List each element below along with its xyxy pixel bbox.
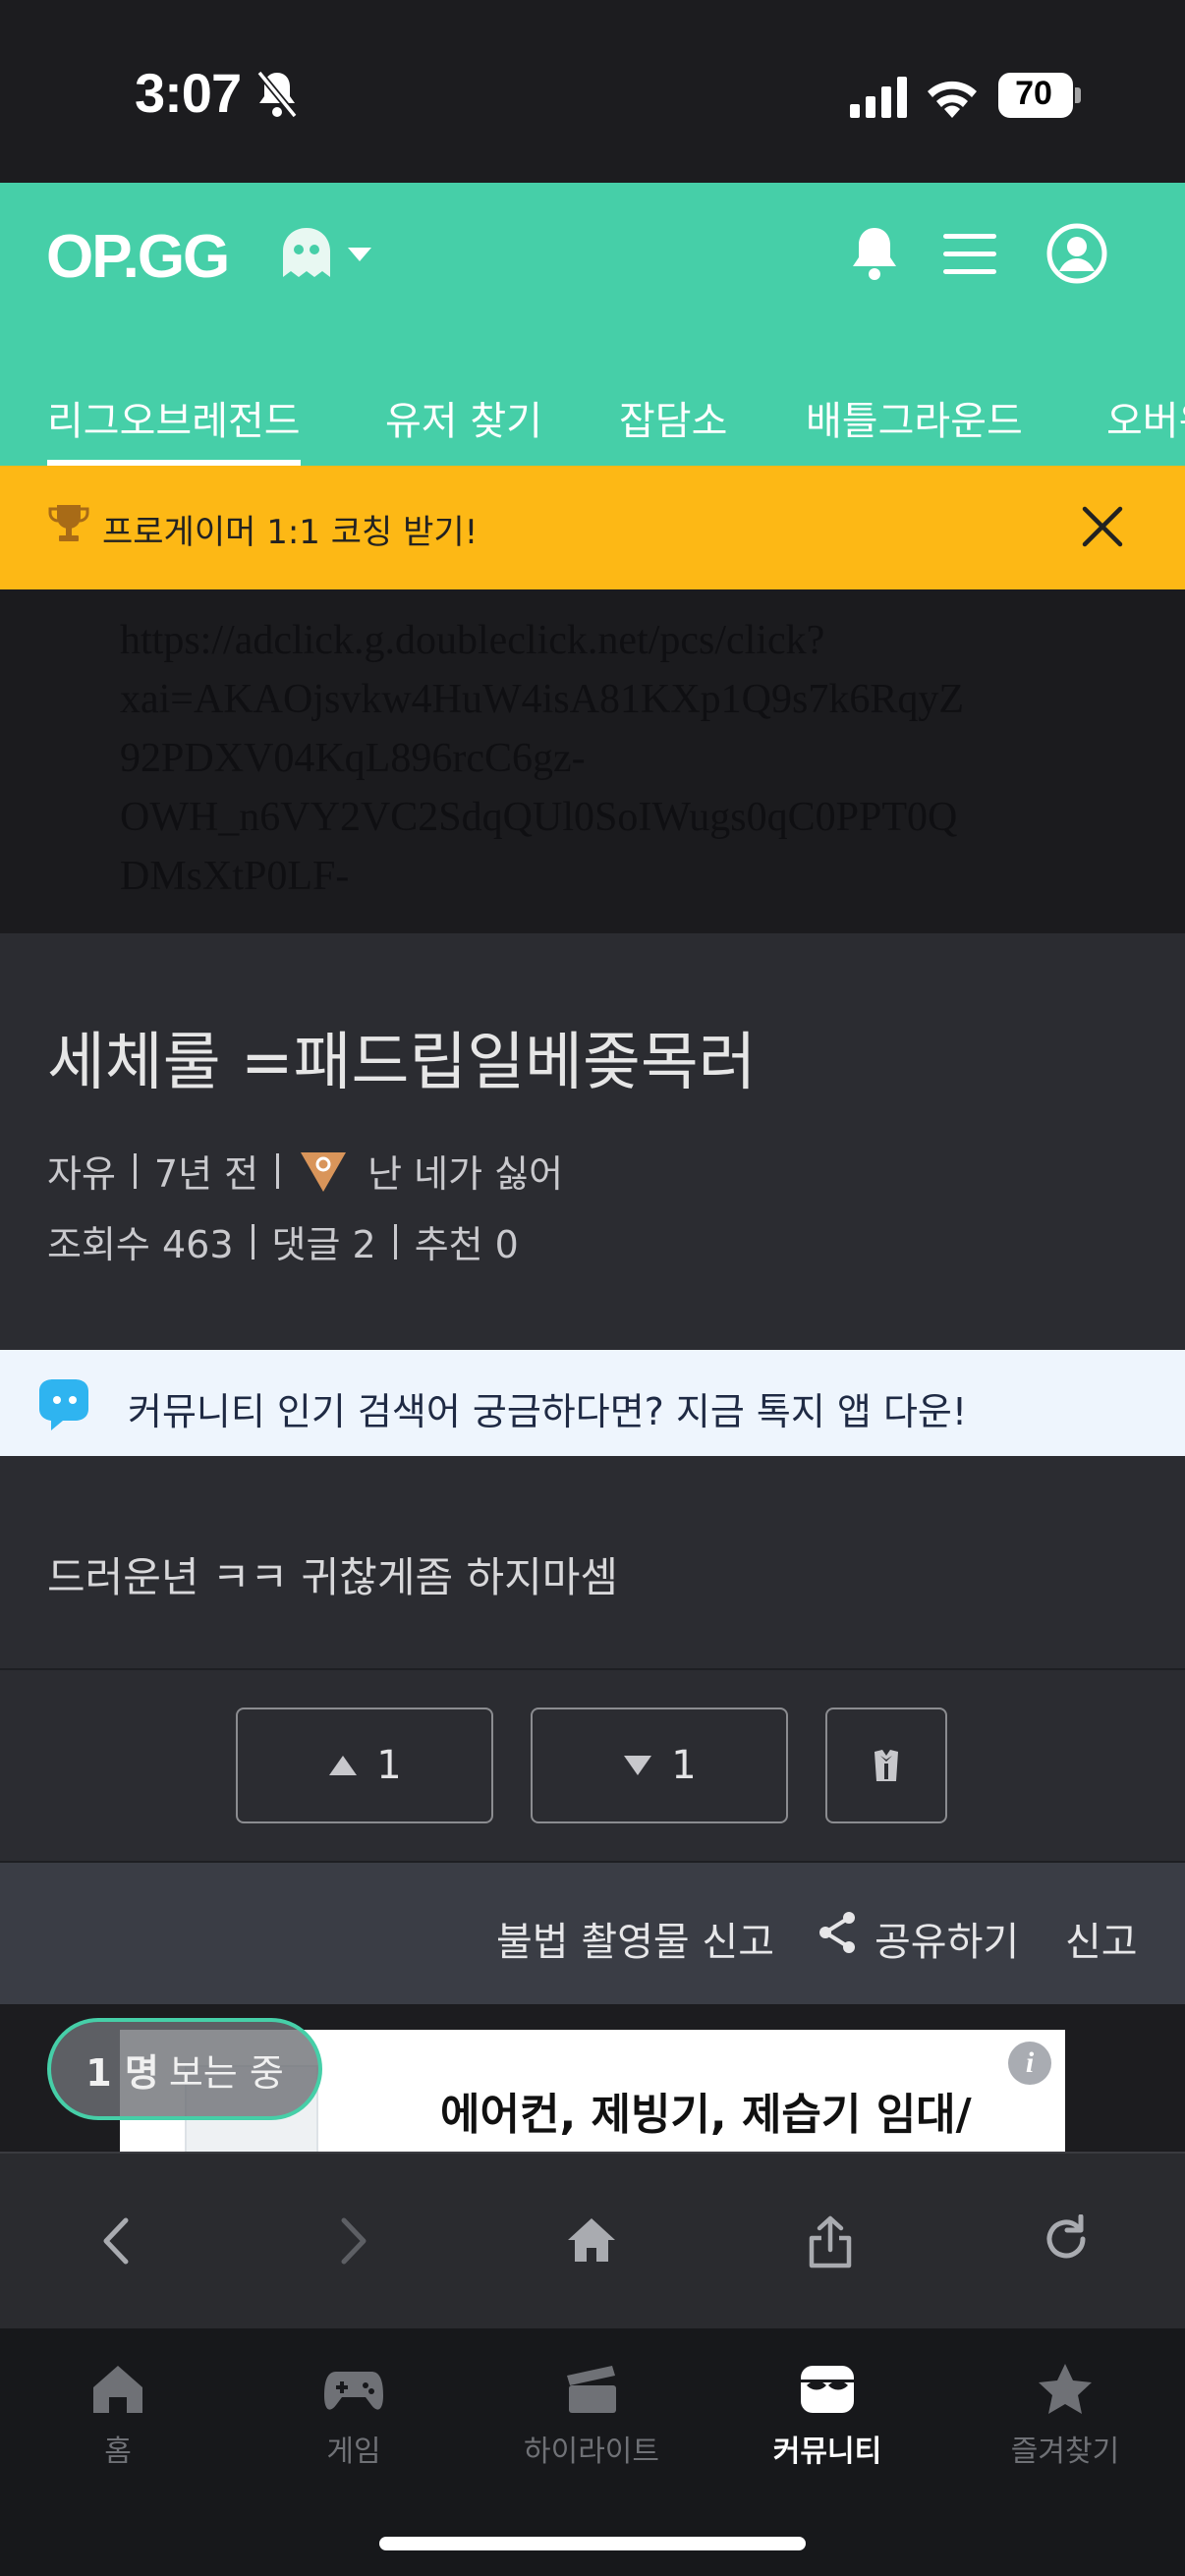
share-upload-icon[interactable]	[808, 2214, 853, 2269]
coaching-promo-bar[interactable]: 프로게이머 1:1 코칭 받기!	[0, 466, 1185, 589]
close-icon[interactable]	[1081, 505, 1124, 548]
ad-title[interactable]: 에어컨, 제빙기, 제습기 임대/	[440, 2079, 972, 2142]
post-actions-bar: 불법 촬영물 신고 공유하기 신고	[0, 1863, 1185, 2004]
post-category[interactable]: 자유	[47, 1144, 116, 1198]
hamburger-menu-icon[interactable]	[943, 232, 996, 277]
home-indicator[interactable]	[379, 2537, 806, 2550]
tab-chat[interactable]: 잡담소	[619, 360, 727, 466]
forward-icon[interactable]	[336, 2214, 371, 2268]
viewer-count: 1 명	[85, 2050, 159, 2095]
tab-label: 게임	[326, 2435, 381, 2469]
tab-label: 즐겨찾기	[1010, 2435, 1120, 2469]
share-icon[interactable]	[818, 1910, 857, 1955]
tux-button[interactable]	[825, 1708, 947, 1823]
post-meta: 자유 7년 전 난 네가 싫어	[47, 1144, 563, 1198]
triangle-down-icon	[624, 1756, 652, 1775]
post-author[interactable]: 난 네가 싫어	[367, 1144, 563, 1198]
tab-label: 하이라이트	[524, 2435, 659, 2469]
share-button[interactable]: 공유하기	[875, 1910, 1019, 1967]
opgg-logo[interactable]: OP.GG	[46, 222, 230, 292]
post-views: 조회수 463	[47, 1223, 234, 1266]
site-header: OP.GG 리그오브레전드 유저 찾기 잡담소 배틀그라운드 오버워치	[0, 183, 1185, 466]
chevron-down-icon[interactable]	[346, 246, 373, 263]
bottom-tab-highlight[interactable]: 하이라이트	[493, 2362, 690, 2470]
promo-text[interactable]: 프로게이머 1:1 코칭 받기!	[102, 505, 478, 553]
illegal-content-report-button[interactable]: 불법 촬영물 신고	[496, 1910, 774, 1967]
star-icon	[1039, 2364, 1092, 2414]
tab-label: 커뮤니티	[772, 2435, 882, 2469]
gamepad-icon	[324, 2372, 383, 2410]
tier-badge-icon	[301, 1151, 347, 1192]
ad-info-icon[interactable]: i	[1008, 2042, 1051, 2085]
browser-toolbar	[0, 2152, 1185, 2328]
home-icon[interactable]	[566, 2214, 617, 2266]
bottom-tab-favorites[interactable]: 즐겨찾기	[967, 2362, 1163, 2470]
notification-bell-icon[interactable]	[847, 224, 902, 283]
bottom-tab-community[interactable]: 커뮤니티	[729, 2362, 926, 2470]
tab-battlegrounds[interactable]: 배틀그라운드	[806, 360, 1023, 466]
reload-icon[interactable]	[1042, 2214, 1091, 2264]
post-title: 세체룰 =패드립일베좆목러	[47, 1027, 757, 1099]
tab-user-search[interactable]: 유저 찾기	[385, 360, 542, 466]
post-comments: 댓글 2	[271, 1223, 376, 1266]
post-header: 세체룰 =패드립일베좆목러 자유 7년 전 난 네가 싫어 조회수 463 댓글…	[0, 933, 1185, 1350]
vote-section: 1 1	[0, 1670, 1185, 1863]
tab-overwatch[interactable]: 오버워치	[1106, 360, 1185, 466]
post-body: 드러운년 ㅋㅋ 귀찮게좀 하지마셈	[0, 1456, 1185, 1670]
ad-url-text: https://adclick.g.doubleclick.net/pcs/cl…	[120, 618, 964, 899]
triangle-up-icon	[329, 1756, 358, 1775]
viewers-badge: 1 명 보는 중	[47, 2018, 322, 2120]
bell-off-icon	[256, 70, 298, 119]
game-mascot-icon[interactable]	[275, 222, 334, 285]
bottom-tab-home[interactable]: 홈	[20, 2362, 216, 2470]
post-stats: 조회수 463 댓글 2 추천 0	[47, 1214, 519, 1268]
bottom-tab-game[interactable]: 게임	[255, 2362, 452, 2470]
status-bar: 3:07 70	[0, 0, 1185, 183]
wifi-icon	[928, 81, 977, 118]
clapperboard-icon	[567, 2366, 616, 2413]
tab-lol[interactable]: 리그오브레전드	[47, 360, 301, 466]
status-time: 3:07	[135, 62, 242, 124]
upvote-button[interactable]: 1	[236, 1708, 493, 1823]
ad-url-placeholder[interactable]: https://adclick.g.doubleclick.net/pcs/cl…	[0, 589, 1185, 933]
viewer-label: 보는 중	[168, 2050, 284, 2095]
trophy-icon	[48, 505, 89, 541]
downvote-button[interactable]: 1	[531, 1708, 788, 1823]
post-time: 7년 전	[153, 1152, 259, 1196]
report-button[interactable]: 신고	[1065, 1910, 1138, 1967]
cellular-signal-icon	[850, 77, 907, 118]
tuxedo-icon	[875, 1750, 898, 1781]
community-banner-text[interactable]: 커뮤니티 인기 검색어 궁금하다면? 지금 톡지 앱 다운!	[128, 1381, 967, 1435]
main-nav-tabs: 리그오브레전드 유저 찾기 잡담소 배틀그라운드 오버워치	[0, 360, 1185, 466]
community-mask-icon	[801, 2366, 854, 2413]
talk-app-icon	[39, 1379, 88, 1430]
battery-indicator: 70	[998, 73, 1081, 118]
battery-level: 70	[1015, 75, 1052, 112]
back-icon[interactable]	[98, 2214, 134, 2268]
user-account-icon[interactable]	[1045, 222, 1108, 285]
community-app-banner[interactable]: 커뮤니티 인기 검색어 궁금하다면? 지금 톡지 앱 다운!	[0, 1350, 1185, 1456]
post-recommend: 추천 0	[414, 1223, 519, 1266]
post-content: 드러운년 ㅋㅋ 귀찮게좀 하지마셈	[47, 1553, 619, 1601]
home-tab-icon	[93, 2366, 142, 2413]
upvote-count: 1	[376, 1743, 402, 1788]
downvote-count: 1	[671, 1743, 697, 1788]
tab-label: 홈	[104, 2435, 132, 2469]
